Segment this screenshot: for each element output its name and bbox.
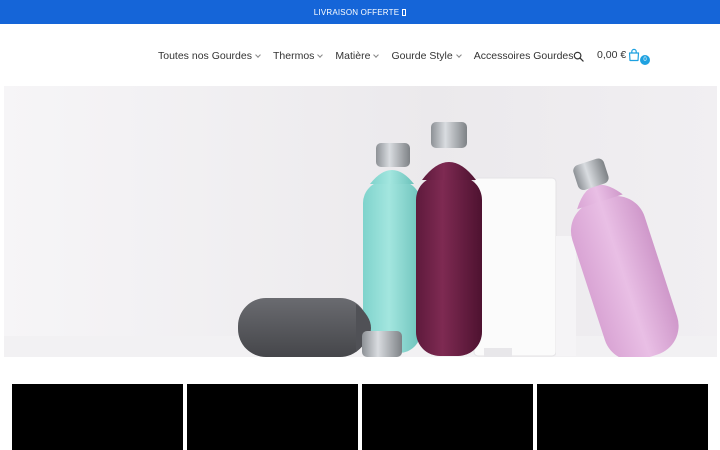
chevron-down-icon (455, 52, 462, 58)
nav-item-gourde-style[interactable]: Gourde Style (391, 50, 462, 62)
box-glyph-icon (402, 8, 407, 16)
nav-item-label: Matière (335, 50, 371, 62)
chevron-down-icon (373, 52, 380, 58)
hero-banner[interactable] (4, 86, 717, 357)
site-header: Toutes nos Gourdes Thermos Matière Gourd… (0, 24, 720, 86)
category-tile[interactable] (362, 384, 533, 450)
nav-item-label: Thermos (272, 50, 315, 62)
nav-item-label: Gourde Style (391, 50, 453, 62)
water-bottles-photo (4, 86, 717, 357)
category-tiles (12, 384, 708, 450)
nav-item-matiere[interactable]: Matière (335, 50, 380, 62)
promo-text: LIVRAISON OFFERTE (313, 7, 400, 17)
nav-item-accessoires-gourdes[interactable]: Accessoires Gourdes (474, 50, 574, 62)
nav-item-label: Toutes nos Gourdes (158, 50, 252, 62)
main-nav: Toutes nos Gourdes Thermos Matière Gourd… (158, 48, 574, 64)
nav-item-thermos[interactable]: Thermos (272, 50, 324, 62)
shopping-bag-icon[interactable] (627, 48, 641, 62)
nav-item-toutes-nos-gourdes[interactable]: Toutes nos Gourdes (158, 50, 261, 62)
promo-bar: LIVRAISON OFFERTE (0, 0, 720, 24)
search-icon[interactable] (573, 51, 584, 62)
nav-item-label: Accessoires Gourdes (473, 50, 574, 62)
category-tile[interactable] (537, 384, 708, 450)
cart-count-badge: 0 (640, 55, 650, 65)
category-tile[interactable] (12, 384, 183, 450)
category-tile[interactable] (187, 384, 358, 450)
chevron-down-icon (317, 52, 324, 58)
cart-total[interactable]: 0,00 € (597, 49, 626, 61)
chevron-down-icon (255, 52, 261, 58)
